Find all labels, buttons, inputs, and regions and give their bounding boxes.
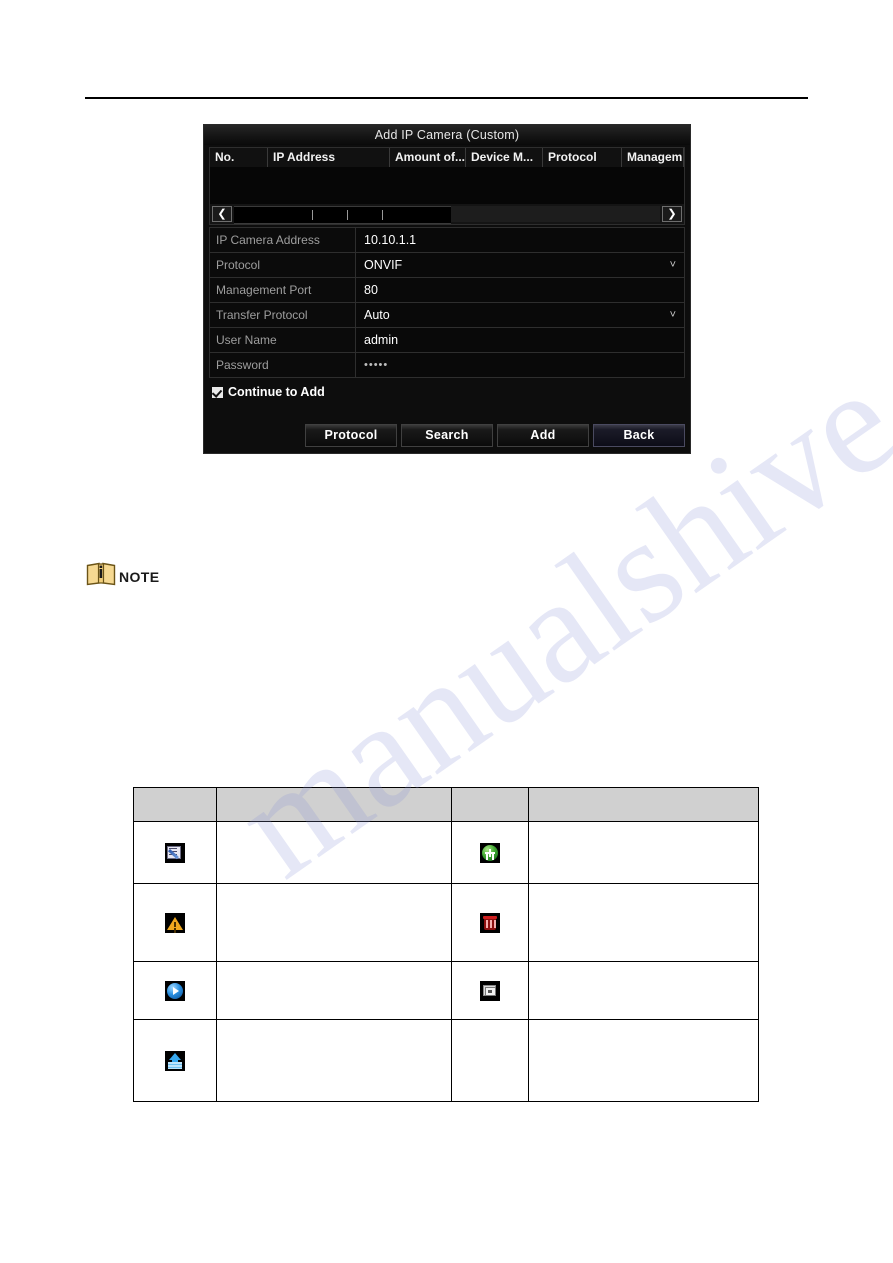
label-protocol: Protocol xyxy=(210,253,356,277)
field-row-management-port: Management Port 80 xyxy=(210,278,684,303)
column-header-management-port[interactable]: Managem xyxy=(622,148,684,167)
icon-table-head xyxy=(132,787,760,822)
back-button[interactable]: Back xyxy=(593,424,685,447)
cell-desc-play xyxy=(216,961,453,1020)
input-password[interactable]: ••••• xyxy=(356,353,684,377)
select-transfer-protocol-value: Auto xyxy=(364,308,390,322)
dialog-button-bar: Protocol Search Add Back xyxy=(204,424,690,447)
table-row xyxy=(132,961,760,1020)
column-header-ip-address[interactable]: IP Address xyxy=(268,148,390,167)
chevron-down-icon[interactable]: ˅ xyxy=(670,303,676,327)
upgrade-upload-icon xyxy=(165,1050,186,1071)
desc-text xyxy=(217,849,451,857)
input-ip-camera-address[interactable]: 10.10.1.1 xyxy=(356,228,684,252)
desc-text xyxy=(529,1057,758,1065)
note-block: NOTE xyxy=(86,561,160,592)
add-ip-camera-dialog: Add IP Camera (Custom) No. IP Address Am… xyxy=(203,124,691,454)
field-row-protocol: Protocol ONVIF ˅ xyxy=(210,253,684,278)
desc-text xyxy=(529,987,758,995)
warning-triangle-icon xyxy=(165,912,186,933)
field-row-user-name: User Name admin xyxy=(210,328,684,353)
delete-trash-icon xyxy=(480,912,501,933)
table-row xyxy=(132,821,760,884)
chevron-down-icon[interactable]: ˅ xyxy=(670,253,676,277)
column-header-amount-of[interactable]: Amount of... xyxy=(390,148,466,167)
table-header-row: No. IP Address Amount of... Device M... … xyxy=(210,148,684,167)
table-row xyxy=(132,1019,760,1102)
icon-table-header-row xyxy=(132,787,760,822)
label-management-port: Management Port xyxy=(210,278,356,302)
icon-description-table xyxy=(132,787,760,1102)
desc-text xyxy=(217,987,451,995)
label-transfer-protocol: Transfer Protocol xyxy=(210,303,356,327)
cell-icon-upgrade xyxy=(132,1019,218,1102)
dialog-title: Add IP Camera (Custom) xyxy=(204,125,690,145)
cell-icon-warning xyxy=(132,883,218,962)
field-row-password: Password ••••• xyxy=(210,353,684,378)
chevron-right-icon[interactable]: ❯ xyxy=(662,206,682,222)
icon-table-header-desc-1 xyxy=(216,787,453,822)
cell-icon-advanced-settings xyxy=(451,961,529,1020)
cell-desc-empty xyxy=(527,1019,760,1102)
cell-icon-delete xyxy=(451,883,529,962)
camera-form: IP Camera Address 10.10.1.1 Protocol ONV… xyxy=(209,227,685,378)
scrollbar-track[interactable] xyxy=(234,206,660,224)
note-book-info-icon xyxy=(86,561,116,592)
chevron-left-icon[interactable]: ❮ xyxy=(212,206,232,222)
play-live-view-icon xyxy=(165,980,186,1001)
column-header-no[interactable]: No. xyxy=(210,148,268,167)
protocol-button[interactable]: Protocol xyxy=(305,424,397,447)
input-management-port[interactable]: 80 xyxy=(356,278,684,302)
desc-text xyxy=(529,849,758,857)
cell-icon-add xyxy=(451,821,529,884)
icon-table-header-icon-1 xyxy=(132,787,218,822)
table-body-empty xyxy=(210,167,684,205)
column-header-device-model[interactable]: Device M... xyxy=(466,148,543,167)
label-password: Password xyxy=(210,353,356,377)
horizontal-scrollbar[interactable]: ❮ ❯ xyxy=(210,204,684,224)
icon-table-header-desc-2 xyxy=(527,787,760,822)
cell-desc-upgrade xyxy=(216,1019,453,1102)
cell-desc-edit-document xyxy=(216,821,453,884)
label-ip-camera-address: IP Camera Address xyxy=(210,228,356,252)
scrollbar-thumb[interactable] xyxy=(234,206,452,224)
desc-text xyxy=(529,919,758,927)
continue-to-add-checkbox-row[interactable]: Continue to Add xyxy=(212,383,690,401)
cell-icon-play xyxy=(132,961,218,1020)
select-protocol-value: ONVIF xyxy=(364,258,403,272)
cell-desc-delete xyxy=(527,883,760,962)
icon-table-body xyxy=(132,821,760,1102)
add-green-plus-icon xyxy=(480,842,501,863)
cell-desc-add xyxy=(527,821,760,884)
input-user-name[interactable]: admin xyxy=(356,328,684,352)
add-button[interactable]: Add xyxy=(497,424,589,447)
field-row-transfer-protocol: Transfer Protocol Auto ˅ xyxy=(210,303,684,328)
field-row-ip-camera-address: IP Camera Address 10.10.1.1 xyxy=(210,228,684,253)
camera-list-table: No. IP Address Amount of... Device M... … xyxy=(209,147,685,225)
page-header-rule xyxy=(85,97,808,99)
cell-icon-edit-document xyxy=(132,821,218,884)
cell-desc-warning xyxy=(216,883,453,962)
search-button[interactable]: Search xyxy=(401,424,493,447)
select-transfer-protocol[interactable]: Auto ˅ xyxy=(356,303,684,327)
label-user-name: User Name xyxy=(210,328,356,352)
column-header-protocol[interactable]: Protocol xyxy=(543,148,622,167)
cell-icon-empty xyxy=(451,1019,529,1102)
icon-table-header-icon-2 xyxy=(451,787,529,822)
select-protocol[interactable]: ONVIF ˅ xyxy=(356,253,684,277)
desc-text xyxy=(217,919,451,927)
note-label: NOTE xyxy=(119,568,160,585)
desc-text xyxy=(217,1057,451,1065)
table-row xyxy=(132,883,760,962)
checkbox-continue-to-add[interactable] xyxy=(212,386,223,398)
cell-desc-advanced-settings xyxy=(527,961,760,1020)
advanced-settings-icon xyxy=(480,980,501,1001)
edit-document-icon xyxy=(165,842,186,863)
checkbox-label-continue-to-add: Continue to Add xyxy=(228,385,325,399)
